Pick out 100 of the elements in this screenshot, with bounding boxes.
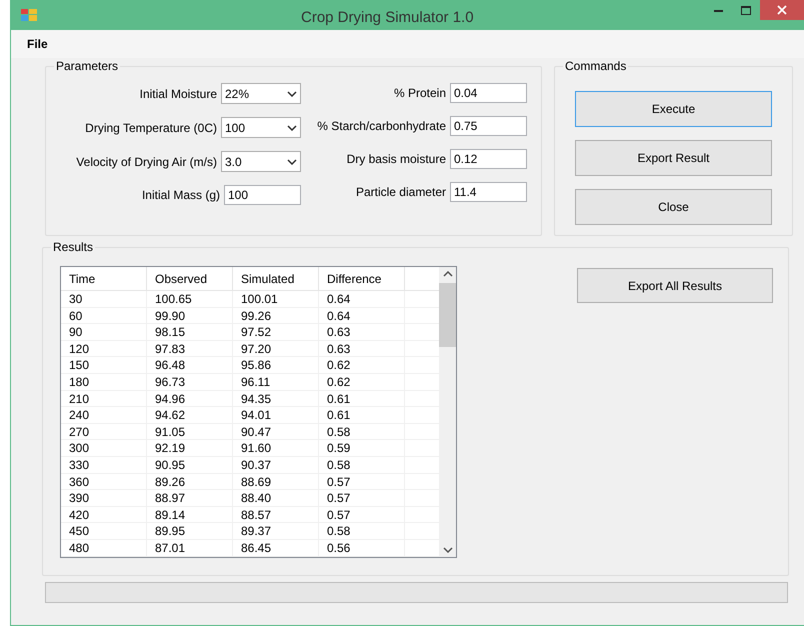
- dropdown[interactable]: 22%: [221, 83, 301, 104]
- field-label: Drying Temperature (0C): [85, 120, 217, 136]
- table-cell: 88.97: [147, 490, 233, 506]
- column-header[interactable]: Simulated: [233, 267, 319, 290]
- table-cell: 100.01: [233, 291, 319, 307]
- table-cell: 86.45: [233, 540, 319, 556]
- table-cell: 96.73: [147, 374, 233, 390]
- table-cell: 360: [61, 474, 147, 490]
- close-button[interactable]: [760, 0, 804, 20]
- command-button[interactable]: Execute: [575, 91, 772, 127]
- field-label: % Protein: [394, 85, 446, 102]
- field-label: Initial Mass (g): [142, 187, 220, 204]
- chevron-down-icon: [287, 124, 297, 130]
- table-cell: 210: [61, 390, 147, 406]
- table-cell: 89.95: [147, 523, 233, 539]
- table-cell: 90: [61, 324, 147, 340]
- table-cell: 88.57: [233, 506, 319, 522]
- table-cell: 87.01: [147, 540, 233, 556]
- table-cell: 0.62: [319, 374, 405, 390]
- input-field[interactable]: 0.04: [450, 83, 527, 103]
- table-cell: 60: [61, 308, 147, 324]
- table-cell: 100.65: [147, 291, 233, 307]
- table-cell: 94.01: [233, 407, 319, 423]
- table-cell: 95.86: [233, 357, 319, 373]
- table-cell: 0.61: [319, 390, 405, 406]
- table-cell: 0.61: [319, 407, 405, 423]
- table-cell: 120: [61, 340, 147, 356]
- table-cell: 180: [61, 374, 147, 390]
- table-cell: 0.57: [319, 506, 405, 522]
- minimize-icon: [714, 8, 722, 12]
- command-button[interactable]: Export Result: [575, 140, 772, 176]
- maximize-icon: [741, 6, 751, 14]
- table-cell: 96.11: [233, 374, 319, 390]
- table-cell: 300: [61, 440, 147, 456]
- table-cell: 89.37: [233, 523, 319, 539]
- table-cell: 91.60: [233, 440, 319, 456]
- table-cell: 97.52: [233, 324, 319, 340]
- table-cell: 99.90: [147, 308, 233, 324]
- table-cell: 91.05: [147, 424, 233, 440]
- table-cell: 480: [61, 540, 147, 556]
- table-cell: 98.15: [147, 324, 233, 340]
- table-cell: 330: [61, 456, 147, 473]
- chevron-down-icon: [442, 547, 452, 553]
- table-cell: 450: [61, 523, 147, 539]
- table-cell: 390: [61, 490, 147, 506]
- command-button[interactable]: Close: [575, 189, 772, 225]
- chevron-down-icon: [287, 158, 297, 164]
- field-label: Initial Moisture: [140, 86, 217, 102]
- table-cell: 96.48: [147, 357, 233, 373]
- table-cell: 0.57: [319, 474, 405, 490]
- table-cell: 150: [61, 357, 147, 373]
- table-cell: 0.58: [319, 456, 405, 473]
- table-cell: 0.62: [319, 357, 405, 373]
- column-header[interactable]: Observed: [147, 267, 233, 290]
- input-field[interactable]: 0.75: [450, 116, 527, 136]
- field-label: Velocity of Drying Air (m/s): [76, 154, 217, 170]
- group-title: Commands: [563, 59, 628, 73]
- table-cell: 97.20: [233, 340, 319, 356]
- chevron-down-icon: [287, 90, 297, 96]
- scrollbar[interactable]: [439, 267, 456, 557]
- table-cell: 420: [61, 506, 147, 522]
- table-cell: 240: [61, 407, 147, 423]
- table-cell: 0.56: [319, 540, 405, 556]
- table-cell: 0.63: [319, 340, 405, 356]
- window-title: Crop Drying Simulator 1.0: [301, 8, 474, 28]
- table-cell: 0.64: [319, 291, 405, 307]
- table-cell: 90.47: [233, 424, 319, 440]
- field-label: Particle diameter: [356, 184, 446, 201]
- table-cell: 89.26: [147, 474, 233, 490]
- scroll-thumb[interactable]: [439, 283, 456, 347]
- chevron-up-icon: [442, 271, 452, 277]
- input-field[interactable]: 100: [224, 185, 301, 205]
- table-cell: 0.58: [319, 523, 405, 539]
- table-cell: 270: [61, 424, 147, 440]
- table-cell: 0.63: [319, 324, 405, 340]
- table-cell: 99.26: [233, 308, 319, 324]
- group-title: Results: [51, 240, 96, 254]
- input-field[interactable]: 11.4: [450, 182, 527, 202]
- table-cell: 97.83: [147, 340, 233, 356]
- column-header[interactable]: Difference: [319, 267, 405, 290]
- table-cell: 94.35: [233, 390, 319, 406]
- table-cell: 0.57: [319, 490, 405, 506]
- table-cell: 94.96: [147, 390, 233, 406]
- table-cell: 88.69: [233, 474, 319, 490]
- column-header[interactable]: Time: [61, 267, 147, 290]
- dropdown[interactable]: 3.0: [221, 151, 301, 172]
- input-field[interactable]: 0.12: [450, 149, 527, 169]
- menu-item[interactable]: File: [25, 35, 50, 53]
- table-cell: 0.59: [319, 440, 405, 456]
- app-icon: [21, 9, 37, 21]
- dropdown[interactable]: 100: [221, 117, 301, 138]
- group-title: Parameters: [54, 59, 120, 73]
- field-label: Dry basis moisture: [346, 151, 446, 168]
- table-cell: 90.95: [147, 456, 233, 473]
- table-cell: 88.40: [233, 490, 319, 506]
- export-all-button[interactable]: Export All Results: [577, 268, 773, 303]
- table-cell: 0.64: [319, 308, 405, 324]
- table-cell: 30: [61, 291, 147, 307]
- table-cell: 92.19: [147, 440, 233, 456]
- table-cell: 89.14: [147, 506, 233, 522]
